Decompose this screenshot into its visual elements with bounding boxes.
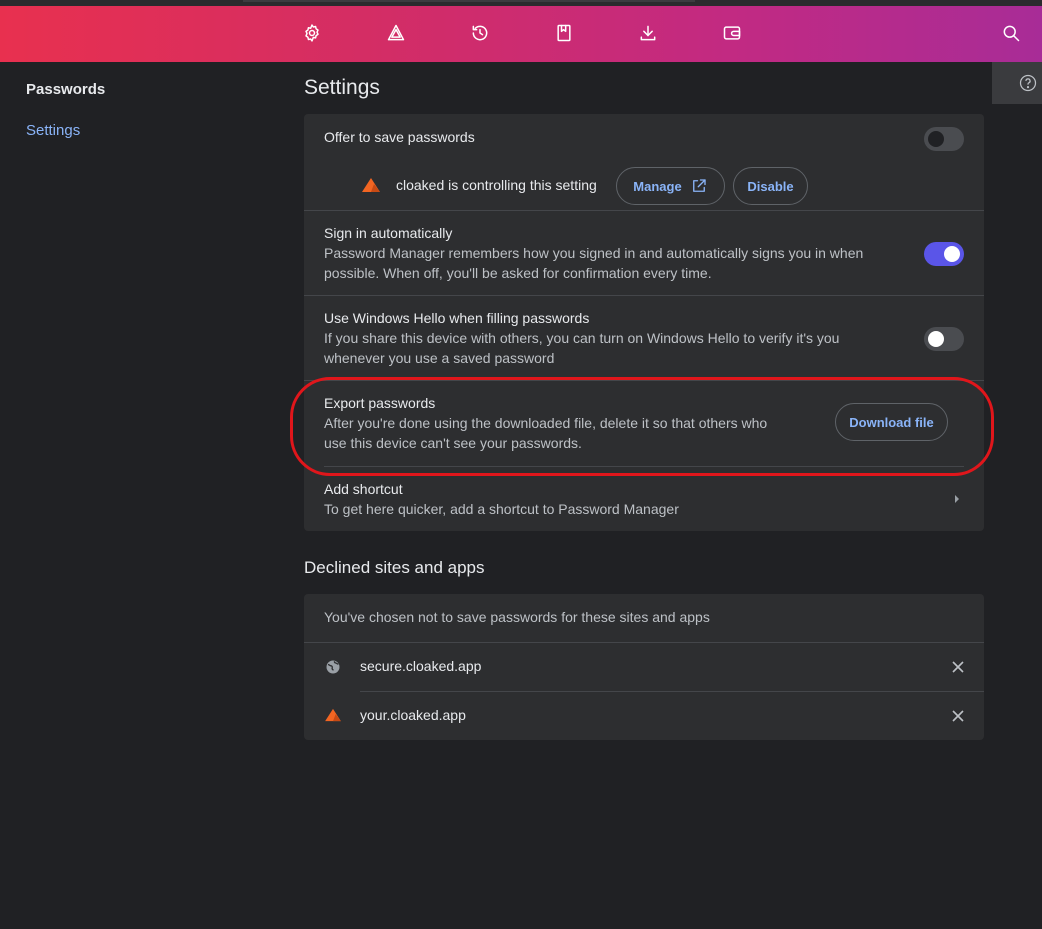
export-passwords-desc-2: use this device can't see your passwords… <box>324 435 582 451</box>
declined-card: You've chosen not to save passwords for … <box>304 594 984 740</box>
settings-card: Offer to save passwords cloaked is contr… <box>304 114 984 531</box>
top-toolbar <box>0 6 1042 62</box>
globe-icon <box>326 660 340 674</box>
search-icon[interactable] <box>999 21 1023 45</box>
declined-site-row: your.cloaked.app <box>304 692 984 740</box>
toggle-knob <box>928 331 944 347</box>
history-icon[interactable] <box>468 21 492 45</box>
disable-label: Disable <box>747 178 794 194</box>
triangle-icon[interactable] <box>384 21 408 45</box>
sign-in-auto-desc-2: possible. When off, you'll be asked for … <box>324 265 712 281</box>
download-icon[interactable] <box>636 21 660 45</box>
external-link-icon <box>692 179 706 192</box>
sign-in-auto-desc-1: Password Manager remembers how you signe… <box>324 245 864 261</box>
bookmark-icon[interactable] <box>552 21 576 45</box>
window-notch <box>243 0 695 2</box>
offer-save-title: Offer to save passwords <box>324 129 475 145</box>
windows-hello-desc-2: whenever you use a saved password <box>324 350 555 366</box>
sidebar-item-settings[interactable]: Settings <box>26 122 80 139</box>
download-file-label: Download file <box>849 414 934 430</box>
toggle-knob <box>928 131 944 147</box>
declined-section-title: Declined sites and apps <box>304 558 485 577</box>
help-icon <box>1019 74 1037 92</box>
add-shortcut-title: Add shortcut <box>324 481 403 497</box>
windows-hello-desc-1: If you share this device with others, yo… <box>324 330 840 346</box>
help-button[interactable] <box>992 62 1042 104</box>
add-shortcut-desc: To get here quicker, add a shortcut to P… <box>324 501 679 517</box>
wallet-icon[interactable] <box>720 21 744 45</box>
add-shortcut-row[interactable]: Add shortcut To get here quicker, add a … <box>304 467 984 531</box>
close-icon[interactable] <box>951 709 965 723</box>
download-file-button[interactable]: Download file <box>835 403 948 441</box>
disable-button[interactable]: Disable <box>733 167 808 205</box>
sign-in-auto-title: Sign in automatically <box>324 225 453 241</box>
windows-hello-toggle[interactable] <box>924 327 964 351</box>
cloaked-logo-icon <box>362 178 380 192</box>
sign-in-auto-toggle[interactable] <box>924 242 964 266</box>
close-icon[interactable] <box>951 660 965 674</box>
gear-icon[interactable] <box>300 21 324 45</box>
cloaked-logo-icon <box>325 708 341 722</box>
sidebar-item-passwords[interactable]: Passwords <box>26 81 105 98</box>
declined-intro: You've chosen not to save passwords for … <box>324 609 710 625</box>
export-passwords-desc-1: After you're done using the downloaded f… <box>324 415 768 431</box>
sign-in-auto-row: Sign in automatically Password Manager r… <box>304 211 984 295</box>
offer-save-toggle[interactable] <box>924 127 964 151</box>
manage-label: Manage <box>633 178 682 194</box>
sidebar: Passwords Settings <box>0 62 280 929</box>
manage-button[interactable]: Manage <box>616 167 725 205</box>
declined-site-name: your.cloaked.app <box>360 707 466 723</box>
export-passwords-row: Export passwords After you're done using… <box>304 381 984 467</box>
windows-hello-row: Use Windows Hello when filling passwords… <box>304 296 984 380</box>
windows-hello-title: Use Windows Hello when filling passwords <box>324 310 590 326</box>
offer-save-row: Offer to save passwords cloaked is contr… <box>304 114 984 210</box>
controller-text: cloaked is controlling this setting <box>396 177 597 193</box>
toggle-knob <box>944 246 960 262</box>
export-passwords-title: Export passwords <box>324 395 436 411</box>
chevron-right-icon <box>955 495 959 503</box>
page-title: Settings <box>304 76 380 99</box>
declined-site-name: secure.cloaked.app <box>360 658 482 674</box>
declined-site-row: secure.cloaked.app <box>304 643 984 691</box>
